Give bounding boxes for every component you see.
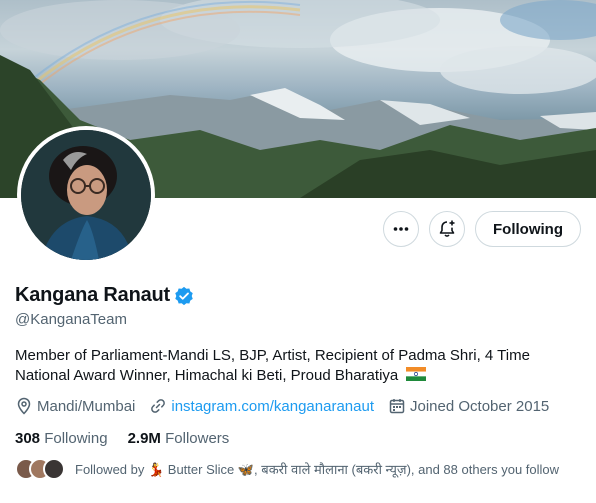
- following-button[interactable]: Following: [475, 211, 581, 247]
- website-link[interactable]: instagram.com/kanganaranaut: [171, 398, 374, 415]
- avatar-image: [21, 130, 151, 260]
- following-number: 308: [15, 430, 41, 447]
- notifications-button[interactable]: [429, 211, 466, 247]
- name-row: Kangana Ranaut: [15, 284, 194, 307]
- user-handle: @KanganaTeam: [15, 311, 127, 328]
- profile-meta: Mandi/Mumbai instagram.com/kanganaranaut…: [15, 397, 563, 415]
- more-icon: [393, 227, 409, 231]
- join-date-text: Joined October 2015: [410, 397, 550, 415]
- follower-avatars: [15, 458, 65, 480]
- follower-avatar: [43, 458, 65, 480]
- followed-by[interactable]: Followed by 💃 Butter Slice 🦋, बकरी वाले …: [15, 458, 559, 480]
- display-name: Kangana Ranaut: [15, 284, 171, 306]
- profile-bio: Member of Parliament-Mandi LS, BJP, Arti…: [15, 346, 575, 386]
- profile-actions: Following: [383, 211, 581, 247]
- profile-avatar[interactable]: [17, 126, 155, 264]
- location: Mandi/Mumbai: [15, 397, 135, 415]
- verified-badge-icon[interactable]: [174, 286, 194, 306]
- follow-counts: 308 Following 2.9M Followers: [15, 430, 229, 447]
- calendar-icon: [389, 399, 405, 414]
- followers-count[interactable]: 2.9M Followers: [128, 430, 230, 447]
- website: instagram.com/kanganaranaut: [149, 397, 374, 415]
- more-button[interactable]: [383, 211, 420, 247]
- following-count[interactable]: 308 Following: [15, 430, 108, 447]
- followers-label: Followers: [165, 430, 230, 447]
- link-icon: [151, 399, 166, 413]
- bell-plus-icon: [439, 220, 455, 237]
- followers-number: 2.9M: [127, 430, 161, 447]
- india-flag-icon: [406, 367, 427, 381]
- join-date: Joined October 2015: [388, 397, 549, 415]
- bio-text: Member of Parliament-Mandi LS, BJP, Arti…: [15, 347, 530, 384]
- following-label: Following: [44, 430, 108, 447]
- followed-by-text: Followed by 💃 Butter Slice 🦋, बकरी वाले …: [75, 462, 560, 477]
- location-text: Mandi/Mumbai: [37, 397, 136, 415]
- location-pin-icon: [17, 397, 31, 415]
